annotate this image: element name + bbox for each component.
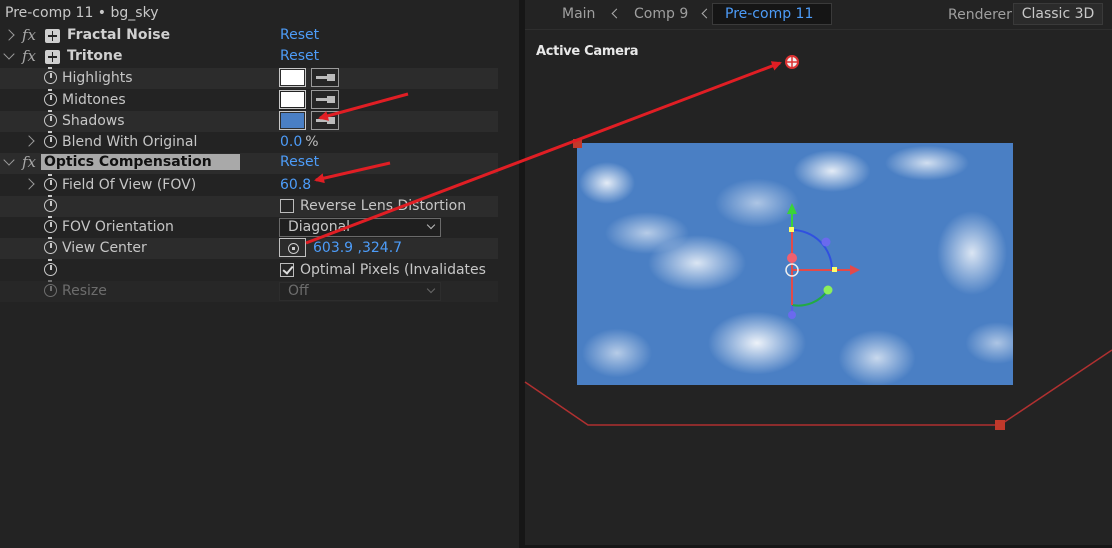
param-row-blend: Blend With Original 0.0% bbox=[0, 131, 498, 153]
effect-row-fractal-noise: fx Fractal Noise Reset bbox=[0, 26, 498, 47]
param-row-view-center: View Center 603.9 ,324.7 bbox=[0, 237, 498, 259]
chevron-left-icon bbox=[701, 8, 712, 19]
chevron-right-icon[interactable] bbox=[23, 135, 35, 147]
param-label: FOV Orientation bbox=[62, 219, 174, 235]
stopwatch-icon[interactable] bbox=[44, 67, 57, 84]
reverse-lens-checkbox[interactable] bbox=[280, 199, 294, 213]
blend-number[interactable]: 0.0 bbox=[280, 134, 302, 150]
chevron-right-icon[interactable] bbox=[3, 29, 15, 41]
composition-viewer: Main Comp 9 Pre-comp 11 Renderer: Classi… bbox=[525, 0, 1112, 548]
breadcrumb-comp9[interactable]: Comp 9 bbox=[634, 6, 688, 22]
stopwatch-icon[interactable] bbox=[44, 216, 57, 233]
stopwatch-icon[interactable] bbox=[44, 237, 57, 254]
eyedropper-icon[interactable] bbox=[311, 90, 339, 109]
param-label: Midtones bbox=[62, 92, 126, 108]
color-swatch-highlights[interactable] bbox=[279, 68, 306, 87]
app-window: Pre-comp 11 • bg_sky fx Fractal Noise Re… bbox=[0, 0, 1112, 548]
plugin-icon bbox=[45, 50, 60, 64]
checkbox-label: Reverse Lens Distortion bbox=[300, 198, 467, 214]
param-row-resize: Resize Off bbox=[0, 280, 498, 302]
active-camera-label: Active Camera bbox=[536, 44, 639, 59]
chevron-down-icon[interactable] bbox=[3, 48, 15, 60]
select-value: Diagonal bbox=[288, 219, 351, 235]
fx-icon[interactable]: fx bbox=[22, 153, 36, 171]
panel-title: Pre-comp 11 • bg_sky bbox=[5, 5, 159, 21]
param-row-highlights: Highlights bbox=[0, 67, 498, 89]
stopwatch-icon[interactable] bbox=[44, 110, 57, 127]
fx-icon[interactable]: fx bbox=[22, 26, 36, 44]
param-row-fov-orientation: FOV Orientation Diagonal bbox=[0, 216, 498, 238]
param-row-optimal-pixels: Optimal Pixels (Invalidates bbox=[0, 259, 498, 281]
reset-button[interactable]: Reset bbox=[280, 48, 319, 64]
eyedropper-icon[interactable] bbox=[311, 68, 339, 87]
effect-name: Tritone bbox=[67, 48, 123, 64]
param-label: View Center bbox=[62, 240, 147, 256]
view-center-x[interactable]: 603.9 bbox=[313, 240, 353, 256]
chevron-down-icon bbox=[426, 284, 436, 294]
breadcrumb-precomp11[interactable]: Pre-comp 11 bbox=[712, 3, 832, 25]
effect-name[interactable]: Optics Compensation bbox=[41, 154, 240, 170]
param-row-midtones: Midtones bbox=[0, 89, 498, 111]
chevron-down-icon bbox=[426, 220, 436, 230]
chevron-left-icon bbox=[611, 8, 622, 19]
effect-controls-panel: Pre-comp 11 • bg_sky fx Fractal Noise Re… bbox=[0, 0, 519, 548]
stopwatch-icon[interactable] bbox=[44, 259, 57, 276]
effect-name: Fractal Noise bbox=[67, 27, 171, 43]
viewer-toolbar: Main Comp 9 Pre-comp 11 Renderer: Classi… bbox=[525, 0, 1112, 30]
resize-select: Off bbox=[279, 282, 441, 301]
blend-unit: % bbox=[305, 134, 319, 150]
param-label: Shadows bbox=[62, 113, 125, 129]
eyedropper-icon[interactable] bbox=[311, 111, 339, 130]
param-row-reverse-lens: Reverse Lens Distortion bbox=[0, 195, 498, 217]
reset-button[interactable]: Reset bbox=[280, 154, 319, 170]
renderer-label: Renderer: bbox=[948, 7, 1017, 23]
effect-row-optics-compensation: fx Optics Compensation Reset bbox=[0, 153, 498, 174]
breadcrumb-main[interactable]: Main bbox=[562, 6, 595, 22]
fov-value[interactable]: 60.8 bbox=[280, 177, 311, 193]
fov-orientation-select[interactable]: Diagonal bbox=[279, 218, 441, 237]
chevron-right-icon[interactable] bbox=[23, 178, 35, 190]
fx-icon[interactable]: fx bbox=[22, 47, 36, 65]
select-value: Off bbox=[288, 283, 309, 299]
color-swatch-shadows[interactable] bbox=[279, 111, 306, 130]
optimal-pixels-checkbox[interactable] bbox=[280, 263, 294, 277]
checkbox-label: Optimal Pixels (Invalidates bbox=[300, 262, 486, 278]
param-label: Resize bbox=[62, 283, 107, 299]
reset-button[interactable]: Reset bbox=[280, 27, 319, 43]
stopwatch-icon[interactable] bbox=[44, 174, 57, 191]
param-row-shadows: Shadows bbox=[0, 110, 498, 132]
stopwatch-icon[interactable] bbox=[44, 131, 57, 148]
param-label: Highlights bbox=[62, 70, 133, 86]
stopwatch-icon bbox=[44, 280, 57, 297]
param-label: Field Of View (FOV) bbox=[62, 177, 197, 193]
param-row-fov: Field Of View (FOV) 60.8 bbox=[0, 174, 498, 196]
chevron-down-icon[interactable] bbox=[3, 154, 15, 166]
view-center-y[interactable]: ,324.7 bbox=[358, 240, 403, 256]
plugin-icon bbox=[45, 29, 60, 43]
stopwatch-icon[interactable] bbox=[44, 89, 57, 106]
param-label: Blend With Original bbox=[62, 134, 198, 150]
sky-layer[interactable] bbox=[577, 143, 1013, 385]
stopwatch-icon[interactable] bbox=[44, 195, 57, 212]
color-swatch-midtones[interactable] bbox=[279, 90, 306, 109]
effect-row-tritone: fx Tritone Reset bbox=[0, 47, 498, 68]
blend-value[interactable]: 0.0% bbox=[280, 134, 319, 150]
renderer-button[interactable]: Classic 3D bbox=[1013, 3, 1103, 25]
crosshair-icon[interactable] bbox=[279, 238, 306, 257]
view-center-value[interactable]: 603.9 ,324.7 bbox=[313, 240, 402, 256]
